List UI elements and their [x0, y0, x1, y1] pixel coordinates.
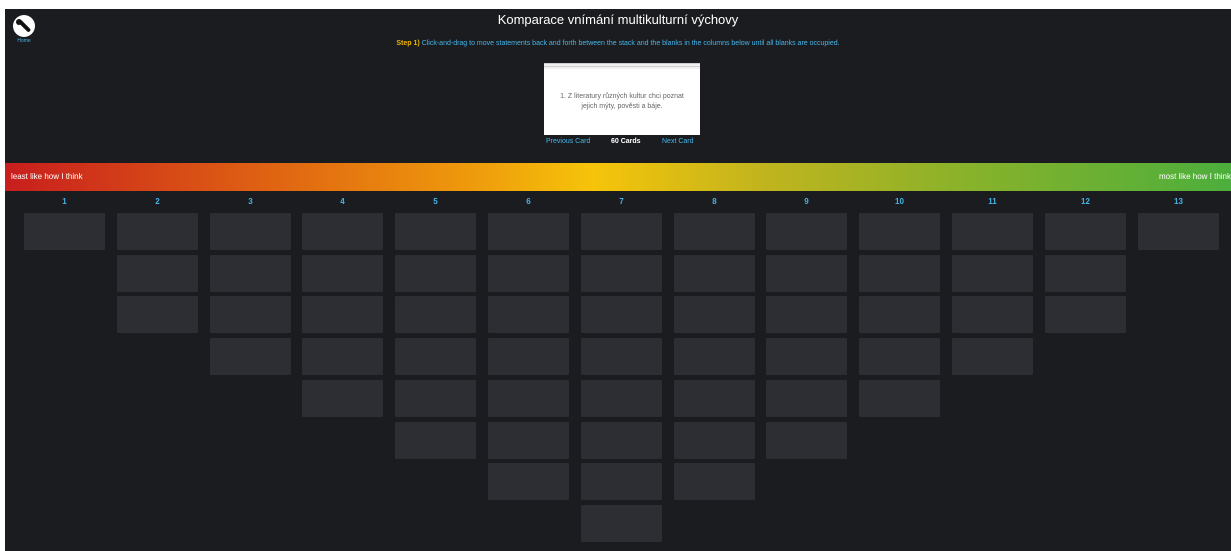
blank-slot[interactable] — [1138, 213, 1219, 250]
blank-slot[interactable] — [117, 255, 198, 292]
blank-slot[interactable] — [766, 255, 847, 292]
blank-slot[interactable] — [581, 463, 662, 500]
blank-slot[interactable] — [210, 338, 291, 375]
blank-slot[interactable] — [1045, 213, 1126, 250]
blank-slot[interactable] — [859, 213, 940, 250]
blank-slot[interactable] — [581, 380, 662, 417]
card-count: 60 Cards — [611, 138, 641, 145]
blank-slot[interactable] — [1045, 296, 1126, 333]
column-header-9: 9 — [804, 197, 809, 206]
blank-slot[interactable] — [859, 255, 940, 292]
blank-slot[interactable] — [581, 422, 662, 459]
blank-slot[interactable] — [302, 255, 383, 292]
column-header-13: 13 — [1174, 197, 1183, 206]
scale-right-label: most like how I think — [1158, 172, 1231, 181]
blank-slot[interactable] — [210, 296, 291, 333]
blank-slot[interactable] — [766, 380, 847, 417]
blank-slot[interactable] — [674, 380, 755, 417]
column-header-8: 8 — [712, 197, 717, 206]
blank-slot[interactable] — [674, 296, 755, 333]
previous-card-link[interactable]: Previous Card — [546, 138, 590, 145]
blank-slot[interactable] — [766, 213, 847, 250]
blank-slot[interactable] — [488, 422, 569, 459]
blank-slot[interactable] — [952, 255, 1033, 292]
blank-slot[interactable] — [117, 213, 198, 250]
blank-slot[interactable] — [952, 338, 1033, 375]
blank-slot[interactable] — [766, 338, 847, 375]
blank-slot[interactable] — [674, 463, 755, 500]
column-header-6: 6 — [526, 197, 531, 206]
blank-slot[interactable] — [117, 296, 198, 333]
column-header-10: 10 — [895, 197, 904, 206]
blank-slot[interactable] — [302, 213, 383, 250]
blank-slot[interactable] — [581, 505, 662, 542]
blank-slot[interactable] — [395, 296, 476, 333]
blank-slot[interactable] — [674, 213, 755, 250]
blank-slot[interactable] — [581, 296, 662, 333]
blank-slot[interactable] — [488, 255, 569, 292]
blank-slot[interactable] — [581, 255, 662, 292]
blank-slot[interactable] — [859, 296, 940, 333]
column-header-11: 11 — [988, 197, 997, 206]
scale-left-label: least like how I think — [11, 172, 83, 181]
blank-slot[interactable] — [210, 213, 291, 250]
column-header-2: 2 — [155, 197, 160, 206]
blank-slot[interactable] — [859, 338, 940, 375]
blank-slot[interactable] — [766, 422, 847, 459]
instructions-text: Click-and-drag to move statements back a… — [421, 40, 840, 47]
instructions: Step 1) Click-and-drag to move statement… — [5, 40, 1231, 47]
blank-slot[interactable] — [488, 296, 569, 333]
page-title: Komparace vnímání multikulturní výchovy — [497, 12, 739, 27]
blank-slot[interactable] — [488, 463, 569, 500]
blank-slot[interactable] — [581, 213, 662, 250]
app-window: Home Komparace vnímání multikulturní výc… — [5, 9, 1231, 551]
blank-slot[interactable] — [24, 213, 105, 250]
next-card-link[interactable]: Next Card — [662, 138, 694, 145]
blank-slot[interactable] — [302, 380, 383, 417]
column-header-12: 12 — [1081, 197, 1090, 206]
blank-slot[interactable] — [302, 338, 383, 375]
blank-slot[interactable] — [395, 422, 476, 459]
column-header-5: 5 — [433, 197, 438, 206]
column-header-4: 4 — [340, 197, 345, 206]
blank-slot[interactable] — [488, 338, 569, 375]
blank-slot[interactable] — [302, 296, 383, 333]
blank-slot[interactable] — [395, 380, 476, 417]
blank-slot[interactable] — [674, 255, 755, 292]
blank-slot[interactable] — [1045, 255, 1126, 292]
blank-slot[interactable] — [674, 422, 755, 459]
blank-slot[interactable] — [674, 338, 755, 375]
blank-slot[interactable] — [952, 296, 1033, 333]
card-stack: 1. Z literatury různých kultur chci pozn… — [544, 63, 700, 135]
column-header-3: 3 — [248, 197, 253, 206]
statement-card[interactable]: 1. Z literatury různých kultur chci pozn… — [544, 69, 700, 135]
blank-slot[interactable] — [395, 255, 476, 292]
statement-text: 1. Z literatury různých kultur chci pozn… — [560, 93, 684, 110]
blank-slot[interactable] — [859, 380, 940, 417]
blank-slot[interactable] — [488, 213, 569, 250]
rating-scale-bar: least like how I think most like how I t… — [5, 163, 1231, 191]
blank-slot[interactable] — [488, 380, 569, 417]
column-header-1: 1 — [62, 197, 67, 206]
column-header-7: 7 — [619, 197, 624, 206]
blank-slot[interactable] — [210, 255, 291, 292]
blank-slot[interactable] — [395, 213, 476, 250]
blank-slot[interactable] — [581, 338, 662, 375]
blank-slot[interactable] — [395, 338, 476, 375]
step-label: Step 1) — [396, 40, 420, 47]
blank-slot[interactable] — [952, 213, 1033, 250]
deck-navigation: Previous Card 60 Cards Next Card — [544, 138, 700, 148]
blank-slot[interactable] — [766, 296, 847, 333]
